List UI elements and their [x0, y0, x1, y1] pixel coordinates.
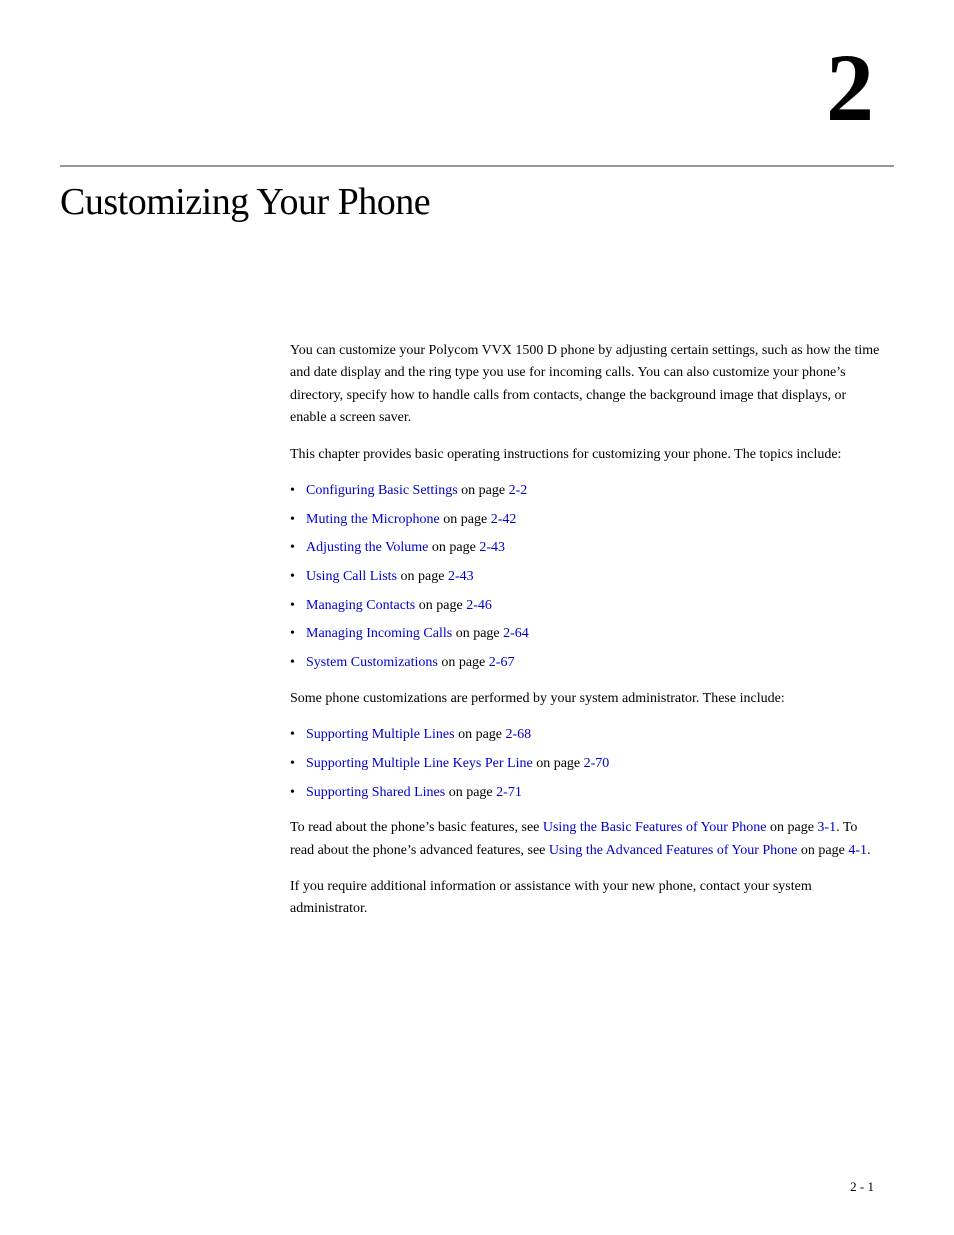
link-supporting-shared-lines[interactable]: Supporting Shared Lines: [306, 785, 445, 800]
page-container: 2 Customizing Your Phone You can customi…: [0, 0, 954, 1235]
link-page-2-67[interactable]: 2-67: [489, 655, 515, 670]
chapter-intro: This chapter provides basic operating in…: [290, 444, 884, 466]
link-muting-microphone[interactable]: Muting the Microphone: [306, 512, 440, 527]
list-item: Supporting Multiple Lines on page 2-68: [290, 724, 884, 746]
link-page-2-46[interactable]: 2-46: [466, 598, 492, 613]
list-item: System Customizations on page 2-67: [290, 652, 884, 674]
link-page-2-2[interactable]: 2-2: [509, 483, 528, 498]
link-adjusting-volume[interactable]: Adjusting the Volume: [306, 540, 428, 555]
link-page-2-68[interactable]: 2-68: [506, 727, 532, 742]
list-item: Configuring Basic Settings on page 2-2: [290, 480, 884, 502]
link-page-3-1[interactable]: 3-1: [817, 820, 836, 835]
link-system-customizations[interactable]: System Customizations: [306, 655, 438, 670]
link-basic-features[interactable]: Using the Basic Features of Your Phone: [543, 820, 767, 835]
link-page-2-71[interactable]: 2-71: [496, 785, 522, 800]
link-managing-incoming-calls[interactable]: Managing Incoming Calls: [306, 626, 452, 641]
link-using-call-lists[interactable]: Using Call Lists: [306, 569, 397, 584]
list-item: Supporting Multiple Line Keys Per Line o…: [290, 753, 884, 775]
intro-paragraph: You can customize your Polycom VVX 1500 …: [290, 340, 884, 430]
link-supporting-multiple-line-keys[interactable]: Supporting Multiple Line Keys Per Line: [306, 756, 533, 771]
horizontal-rule: [60, 165, 894, 167]
read-more-mid3: on page: [797, 843, 848, 858]
link-configuring-basic-settings[interactable]: Configuring Basic Settings: [306, 483, 458, 498]
list-item: Supporting Shared Lines on page 2-71: [290, 782, 884, 804]
link-supporting-multiple-lines[interactable]: Supporting Multiple Lines: [306, 727, 455, 742]
list-item: Using Call Lists on page 2-43: [290, 566, 884, 588]
admin-paragraph: Some phone customizations are performed …: [290, 688, 884, 710]
assistance-paragraph: If you require additional information or…: [290, 876, 884, 921]
chapter-number: 2: [826, 40, 874, 136]
list-item: Managing Contacts on page 2-46: [290, 595, 884, 617]
chapter-title: Customizing Your Phone: [60, 180, 430, 224]
read-more-paragraph: To read about the phone’s basic features…: [290, 817, 884, 862]
admin-topics-list: Supporting Multiple Lines on page 2-68 S…: [290, 724, 884, 803]
read-more-start: To read about the phone’s basic features…: [290, 820, 543, 835]
content-area: You can customize your Polycom VVX 1500 …: [290, 340, 884, 935]
link-managing-contacts[interactable]: Managing Contacts: [306, 598, 415, 613]
link-page-2-70[interactable]: 2-70: [584, 756, 610, 771]
link-page-2-43b[interactable]: 2-43: [448, 569, 474, 584]
list-item: Managing Incoming Calls on page 2-64: [290, 623, 884, 645]
read-more-end: .: [867, 843, 871, 858]
list-item: Adjusting the Volume on page 2-43: [290, 537, 884, 559]
read-more-mid1: on page: [766, 820, 817, 835]
link-page-2-64[interactable]: 2-64: [503, 626, 529, 641]
topics-list: Configuring Basic Settings on page 2-2 M…: [290, 480, 884, 674]
link-page-2-42[interactable]: 2-42: [491, 512, 517, 527]
link-page-2-43a[interactable]: 2-43: [479, 540, 505, 555]
link-advanced-features[interactable]: Using the Advanced Features of Your Phon…: [549, 843, 797, 858]
page-number: 2 - 1: [850, 1179, 874, 1195]
list-item: Muting the Microphone on page 2-42: [290, 509, 884, 531]
link-page-4-1[interactable]: 4-1: [848, 843, 867, 858]
